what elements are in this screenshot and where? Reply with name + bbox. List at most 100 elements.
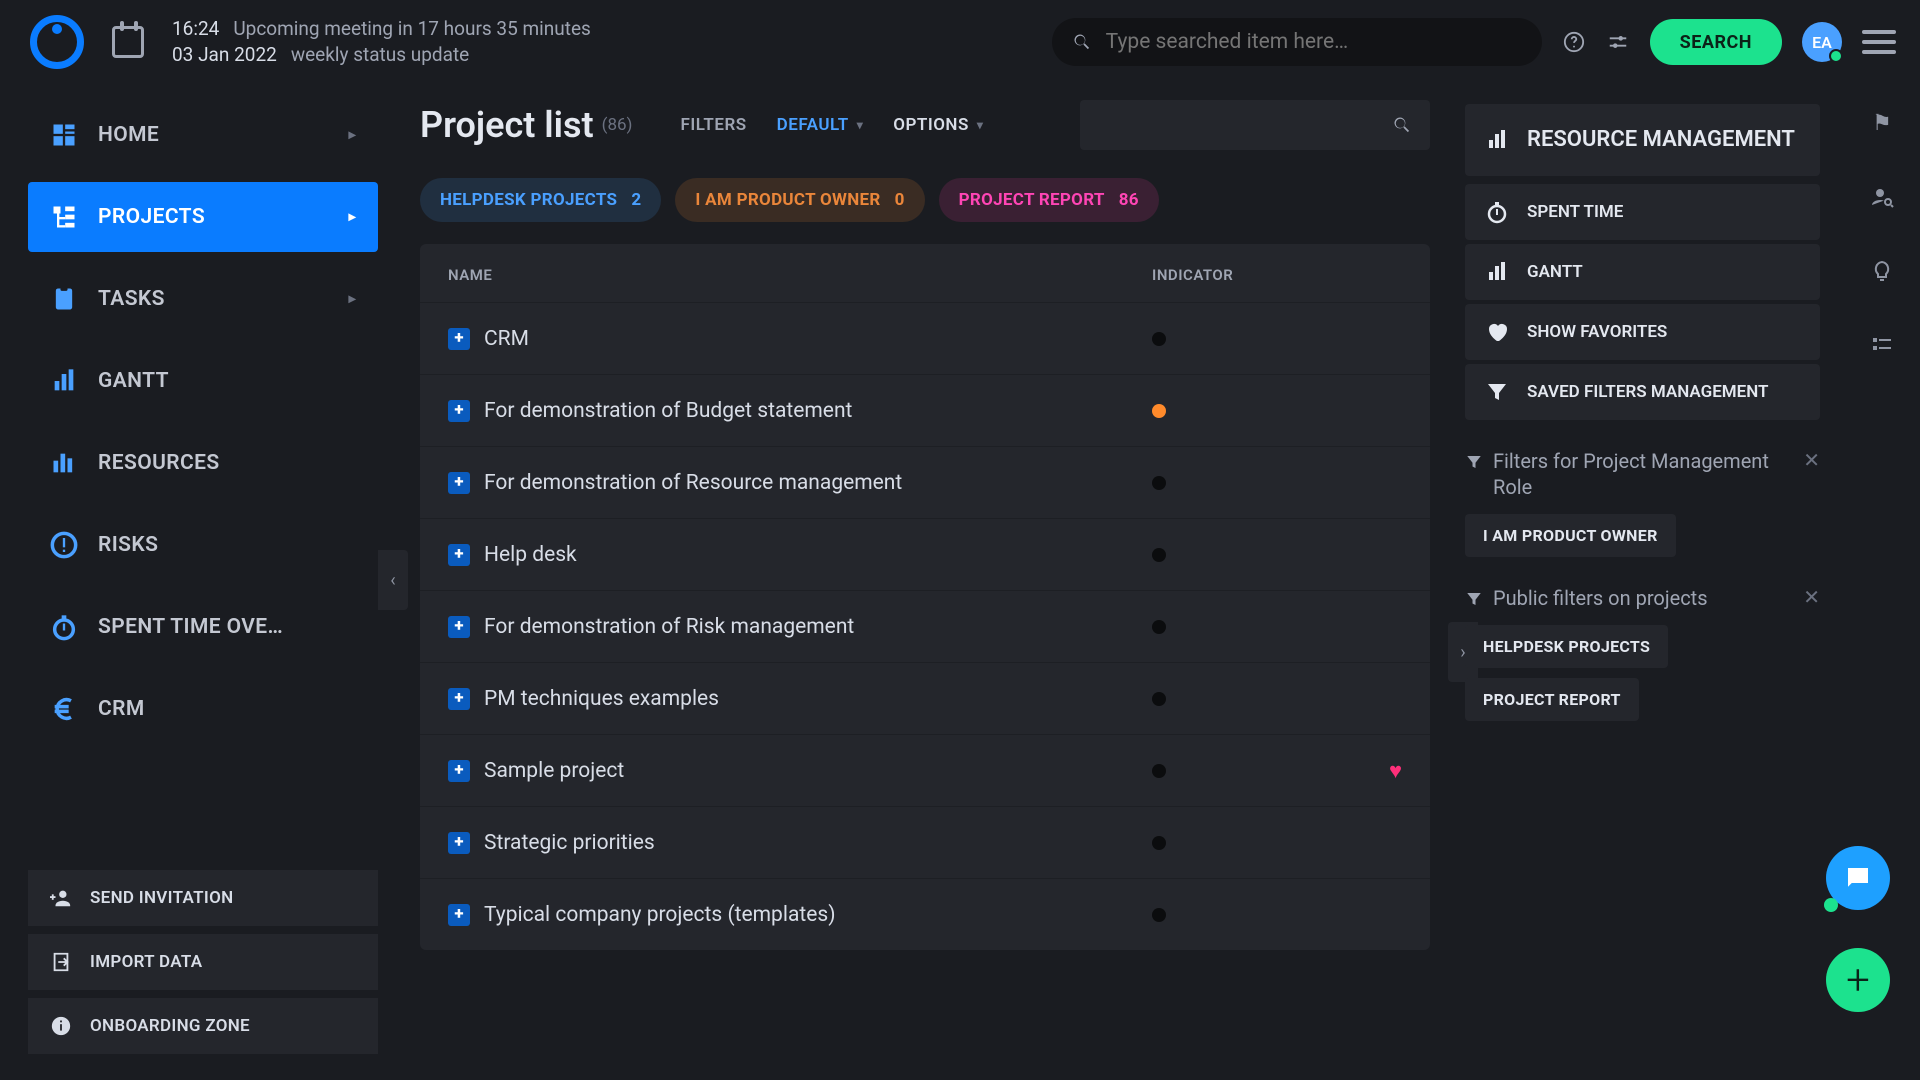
rlink-label: SAVED FILTERS MANAGEMENT [1527, 382, 1769, 402]
project-name[interactable]: CRM [484, 327, 1152, 351]
sidebar-item-label: GANTT [98, 369, 356, 393]
sliders-icon[interactable] [1606, 30, 1630, 54]
filter-tag[interactable]: HELPDESK PROJECTS [1465, 625, 1668, 668]
right-rail: ⚑ [1862, 110, 1902, 358]
app-logo-icon[interactable] [30, 15, 84, 69]
col-header-indicator[interactable]: INDICATOR [1152, 266, 1402, 284]
tree-icon [50, 203, 78, 231]
table-search[interactable] [1080, 100, 1430, 150]
topbar: 16:24 Upcoming meeting in 17 hours 35 mi… [0, 0, 1920, 84]
filters-dropdown[interactable]: DEFAULT [777, 115, 864, 135]
table-row[interactable]: + CRM [420, 302, 1430, 374]
chip-count: 86 [1119, 190, 1139, 210]
chip-helpdesk-projects[interactable]: HELPDESK PROJECTS 2 [420, 178, 661, 222]
table-row[interactable]: + Typical company projects (templates) [420, 878, 1430, 950]
project-name[interactable]: For demonstration of Resource management [484, 471, 1152, 495]
project-name[interactable]: Help desk [484, 543, 1152, 567]
table-row[interactable]: + For demonstration of Risk management [420, 590, 1430, 662]
filter-section-public: Public filters on projects ✕ HELPDESK PR… [1465, 585, 1820, 721]
indicator-cell [1152, 620, 1402, 634]
project-name[interactable]: PM techniques examples [484, 687, 1152, 711]
rlink-spent-time[interactable]: SPENT TIME [1465, 184, 1820, 240]
table-row[interactable]: + PM techniques examples [420, 662, 1430, 734]
global-search-input[interactable] [1106, 30, 1522, 54]
table-row[interactable]: + Help desk [420, 518, 1430, 590]
sidebar-item-projects[interactable]: PROJECTS ▸ [28, 182, 378, 252]
status-dot-icon [1152, 476, 1166, 490]
person-search-icon[interactable] [1869, 184, 1895, 210]
bulb-icon[interactable] [1869, 258, 1895, 284]
person-add-icon [50, 887, 72, 909]
project-name[interactable]: Sample project [484, 759, 1152, 783]
table-row[interactable]: + Sample project ♥ [420, 734, 1430, 806]
project-name[interactable]: Typical company projects (templates) [484, 903, 1152, 927]
sidebar-item-spent-time[interactable]: SPENT TIME OVE… [28, 592, 378, 662]
expand-row-button[interactable]: + [448, 472, 470, 494]
table-row[interactable]: + For demonstration of Budget statement [420, 374, 1430, 446]
project-name[interactable]: For demonstration of Budget statement [484, 399, 1152, 423]
menu-icon[interactable] [1862, 30, 1896, 54]
chip-count: 0 [895, 190, 905, 210]
expand-row-button[interactable]: + [448, 616, 470, 638]
expand-row-button[interactable]: + [448, 832, 470, 854]
expand-row-button[interactable]: + [448, 904, 470, 926]
search-button[interactable]: SEARCH [1650, 19, 1782, 65]
rlink-show-favorites[interactable]: SHOW FAVORITES [1465, 304, 1820, 360]
table-row[interactable]: + For demonstration of Resource managemen… [420, 446, 1430, 518]
sidebar-item-label: TASKS [98, 287, 329, 311]
sidebar-item-crm[interactable]: CRM [28, 674, 378, 744]
expand-row-button[interactable]: + [448, 688, 470, 710]
onboarding-zone-button[interactable]: ONBOARDING ZONE [28, 998, 378, 1054]
close-icon[interactable]: ✕ [1803, 585, 1820, 609]
options-dropdown[interactable]: OPTIONS [893, 115, 983, 135]
flag-icon[interactable]: ⚑ [1869, 110, 1895, 136]
info-icon [50, 1015, 72, 1037]
chip-i-am-product-owner[interactable]: I AM PRODUCT OWNER 0 [675, 178, 924, 222]
sidebar-item-risks[interactable]: RISKS [28, 510, 378, 580]
add-fab[interactable]: + [1826, 948, 1890, 1012]
sidebar-bottom: SEND INVITATION IMPORT DATA ONBOARDING Z… [28, 870, 378, 1062]
meeting-title: weekly status update [291, 42, 469, 68]
projects-table: NAME INDICATOR + CRM + For demonstration of… [420, 244, 1430, 950]
sidebar-item-gantt[interactable]: GANTT [28, 346, 378, 416]
project-name[interactable]: For demonstration of Risk management [484, 615, 1152, 639]
calendar-icon[interactable] [112, 26, 144, 58]
status-dot-icon [1152, 620, 1166, 634]
filter-icon [1465, 453, 1483, 471]
sidebar-item-tasks[interactable]: TASKS ▸ [28, 264, 378, 334]
send-invitation-button[interactable]: SEND INVITATION [28, 870, 378, 926]
expand-row-button[interactable]: + [448, 328, 470, 350]
user-avatar[interactable]: EA [1802, 22, 1842, 62]
col-header-name[interactable]: NAME [448, 266, 1152, 284]
chip-project-report[interactable]: PROJECT REPORT 86 [939, 178, 1159, 222]
page-count: (86) [602, 115, 633, 135]
expand-row-button[interactable]: + [448, 400, 470, 422]
alert-icon [50, 531, 78, 559]
expand-row-button[interactable]: + [448, 544, 470, 566]
filter-tag[interactable]: I AM PRODUCT OWNER [1465, 514, 1676, 557]
rlink-label: SHOW FAVORITES [1527, 322, 1667, 342]
close-icon[interactable]: ✕ [1803, 448, 1820, 472]
sidebar-item-label: HOME [98, 123, 329, 147]
rlink-saved-filters[interactable]: SAVED FILTERS MANAGEMENT [1465, 364, 1820, 420]
rlink-label: SPENT TIME [1527, 202, 1623, 222]
collapse-sidebar-button[interactable]: ‹ [378, 550, 408, 610]
rlink-gantt[interactable]: GANTT [1465, 244, 1820, 300]
project-name[interactable]: Strategic priorities [484, 831, 1152, 855]
search-icon [1392, 115, 1412, 135]
main: Project list (86) FILTERS DEFAULT OPTION… [420, 100, 1430, 1060]
sidebar-item-home[interactable]: HOME ▸ [28, 100, 378, 170]
import-data-button[interactable]: IMPORT DATA [28, 934, 378, 990]
help-icon[interactable] [1562, 30, 1586, 54]
chat-icon [1843, 863, 1873, 893]
chat-fab[interactable] [1826, 846, 1890, 910]
favorite-heart-icon[interactable]: ♥ [1389, 758, 1402, 784]
rlink-label: GANTT [1527, 262, 1583, 282]
filter-tag[interactable]: PROJECT REPORT [1465, 678, 1639, 721]
checklist-icon[interactable] [1869, 332, 1895, 358]
table-row[interactable]: + Strategic priorities [420, 806, 1430, 878]
global-search[interactable] [1052, 18, 1542, 66]
sidebar-item-resources[interactable]: RESOURCES [28, 428, 378, 498]
sidebar-item-label: RISKS [98, 533, 356, 557]
expand-row-button[interactable]: + [448, 760, 470, 782]
